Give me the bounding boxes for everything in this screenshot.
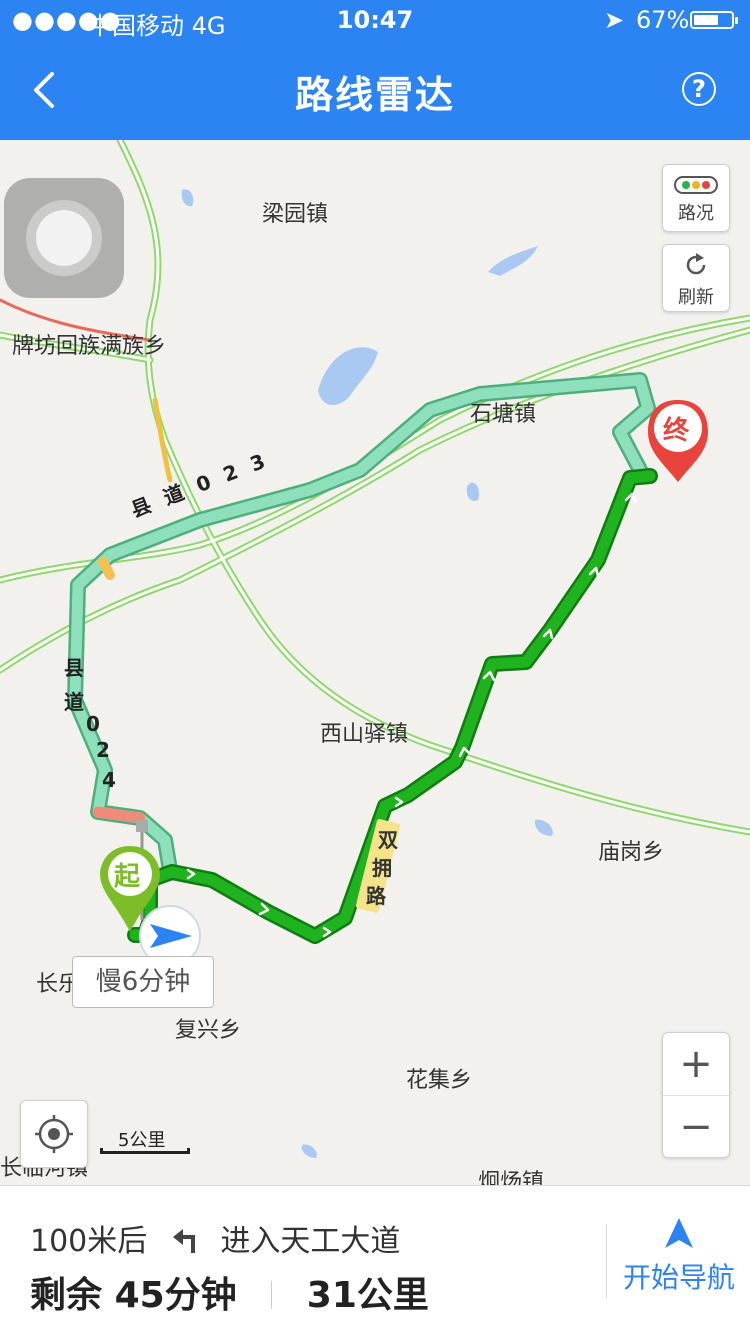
start-navigation-label: 开始导航 (622, 1261, 735, 1294)
map-scale: 5公里 (100, 1130, 192, 1154)
battery-level (694, 15, 719, 25)
assistive-touch-button[interactable] (4, 178, 124, 298)
lake (301, 1144, 317, 1158)
route-summary-panel: 100米后 进入天工大道 剩余 45分钟 31公里 开始导航 (0, 1185, 750, 1335)
crosshair-icon (35, 1115, 73, 1153)
road-label-char: 0 (86, 712, 100, 736)
road-label-char: 拥 (372, 856, 392, 880)
place-label: 庙岗乡 (598, 840, 665, 865)
end-marker-label: 终 (663, 416, 690, 446)
help-icon[interactable]: ? (682, 72, 716, 106)
lake (488, 246, 538, 276)
road-label-char: 4 (102, 768, 116, 792)
place-label: 炯炀镇 (478, 1170, 545, 1185)
navigation-arrow-icon (665, 1218, 693, 1248)
vertical-divider (606, 1224, 607, 1298)
map-view[interactable]: 梁园镇 牌坊回族满族乡 石塘镇 西山驿镇 庙岗乡 长乐 复兴乡 花集乡 长临河镇… (0, 140, 750, 1185)
place-label: 梁园镇 (262, 202, 329, 227)
place-label: 花集乡 (406, 1068, 473, 1093)
road-label-char: 2 (96, 738, 110, 762)
location-arrow-icon: ➤ (604, 6, 625, 34)
refresh-button[interactable]: 刷新 (662, 244, 730, 312)
place-label: 牌坊回族满族乡 (12, 334, 167, 359)
place-label: 复兴乡 (175, 1018, 242, 1043)
traffic-toggle-label: 路况 (678, 203, 714, 224)
start-navigation-button[interactable]: 开始导航 (612, 1216, 746, 1296)
place-label: 石塘镇 (470, 402, 537, 427)
instruction-text: 进入天工大道 (220, 1224, 401, 1259)
road-label-char: 路 (366, 884, 386, 908)
divider (271, 1281, 273, 1309)
road-label-char: 道 (64, 690, 84, 714)
nav-bar: 路线雷达 ? (0, 40, 750, 140)
remaining-distance: 31公里 (306, 1275, 429, 1316)
battery-percent: 67% (636, 6, 690, 34)
zoom-controls: + − (662, 1032, 730, 1158)
road-label-char: 双 (378, 828, 398, 852)
refresh-label: 刷新 (678, 287, 714, 308)
refresh-icon (686, 253, 706, 275)
remaining-label: 剩余 (30, 1275, 103, 1316)
map-canvas (0, 140, 750, 1158)
traffic-light-icon (674, 176, 718, 194)
delay-callout: 慢6分钟 (72, 956, 214, 1008)
lake (181, 189, 194, 207)
place-label: 西山驿镇 (320, 722, 409, 747)
page-title: 路线雷达 (294, 73, 455, 117)
turn-left-icon (172, 1229, 195, 1253)
battery-icon (690, 11, 738, 29)
remaining-time: 45分钟 (114, 1275, 237, 1316)
road-label-char: 县 (64, 656, 84, 680)
lake (466, 482, 480, 501)
locate-me-button[interactable] (20, 1100, 88, 1168)
zoom-in-button[interactable]: + (663, 1033, 729, 1096)
lake (318, 347, 378, 406)
zoom-out-button[interactable]: − (663, 1096, 729, 1158)
start-marker-label: 起 (114, 862, 141, 892)
status-bar: ●●●●● 中国移动 4G 10:47 ➤ 67% (0, 0, 750, 40)
traffic-toggle-button[interactable]: 路况 (662, 164, 730, 232)
lake (534, 819, 553, 836)
distance-prompt: 100米后 (30, 1224, 148, 1259)
next-instruction: 100米后 进入天工大道 (30, 1216, 400, 1260)
remaining-summary: 剩余 45分钟 31公里 (30, 1266, 429, 1318)
scale-bar (100, 1148, 190, 1154)
